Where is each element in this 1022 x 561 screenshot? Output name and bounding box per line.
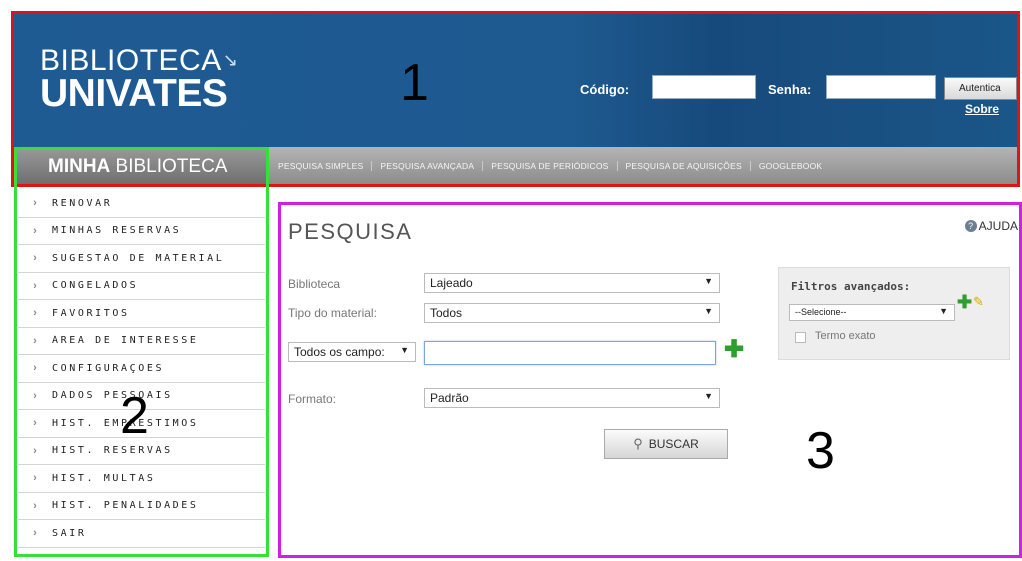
annotation-number-3: 3 (806, 422, 835, 480)
page: BIBLIOTECA↘ UNIVATES Código: Senha: Aute… (0, 0, 1022, 561)
annotation-box-main (278, 202, 1022, 558)
annotation-box-sidebar (14, 147, 269, 557)
annotation-number-2: 2 (120, 387, 149, 445)
annotation-number-1: 1 (400, 54, 429, 112)
